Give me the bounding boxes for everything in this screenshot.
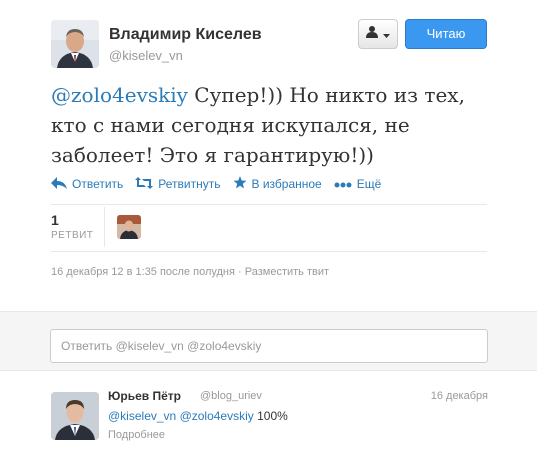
chevron-down-icon (383, 25, 390, 43)
stats-divider (51, 204, 487, 205)
user-actions-dropdown[interactable] (358, 19, 398, 49)
retweet-icon (135, 176, 158, 192)
reply-author-handle[interactable]: @blog_uriev (200, 390, 262, 402)
user-icon (366, 25, 380, 43)
reply-author-avatar[interactable] (51, 392, 99, 440)
retweet-label: Ретвитнуть (158, 177, 221, 191)
reply-label: Ответить (72, 177, 124, 191)
favorite-label: В избранное (251, 177, 322, 191)
stats-divider (51, 251, 487, 252)
reply-box: Ответить @kiselev_vn @zolo4evskiy (0, 311, 537, 371)
reply-text: @kiselev_vn @zolo4evskiy 100% (108, 409, 288, 423)
reply-tweet[interactable]: Юрьев Пётр @blog_uriev 16 декабря @kisel… (0, 371, 537, 455)
author-name[interactable]: Владимир Киселев (109, 26, 262, 44)
timestamp-link[interactable]: 16 декабря 12 в 1:35 после полудня (51, 266, 235, 278)
more-label: Ещё (356, 177, 382, 191)
reply-mention-2[interactable]: @zolo4evskiy (180, 409, 254, 423)
tweet-card: Владимир Киселев @kiselev_vn Читаю @zolo… (0, 0, 537, 455)
retweet-count[interactable]: 1 (51, 212, 59, 228)
stats-separator (104, 207, 105, 247)
retweet-count-label: РЕТВИТ (51, 230, 94, 241)
author-handle[interactable]: @kiselev_vn (109, 48, 183, 63)
reply-author-name[interactable]: Юрьев Пётр (108, 389, 181, 403)
tweet-text: @zolo4evskiy Супер!)) Но никто из тех, к… (51, 80, 491, 170)
reply-input[interactable]: Ответить @kiselev_vn @zolo4evskiy (50, 329, 488, 363)
more-action[interactable]: Ещё (334, 177, 382, 191)
reply-text-suffix: 100% (253, 409, 288, 423)
embed-tweet-link[interactable]: Разместить твит (245, 266, 329, 278)
author-avatar[interactable] (51, 20, 99, 68)
star-icon (233, 176, 252, 192)
reply-action[interactable]: Ответить (51, 176, 124, 192)
reply-mention-1[interactable]: @kiselev_vn (108, 409, 176, 423)
retweeter-avatar[interactable] (117, 215, 141, 239)
follow-button[interactable]: Читаю (405, 19, 487, 49)
reply-date[interactable]: 16 декабря (431, 390, 488, 402)
reply-icon (51, 176, 72, 192)
reply-more-link[interactable]: Подробнее (108, 429, 165, 441)
retweet-action[interactable]: Ретвитнуть (135, 176, 221, 192)
more-dots-icon (334, 177, 357, 191)
tweet-actions: Ответить Ретвитнуть В избранное Ещё (51, 176, 393, 192)
mention-link[interactable]: @zolo4evskiy (51, 83, 188, 107)
favorite-action[interactable]: В избранное (233, 176, 322, 192)
tweet-timestamp: 16 декабря 12 в 1:35 после полудня · Раз… (51, 266, 330, 278)
